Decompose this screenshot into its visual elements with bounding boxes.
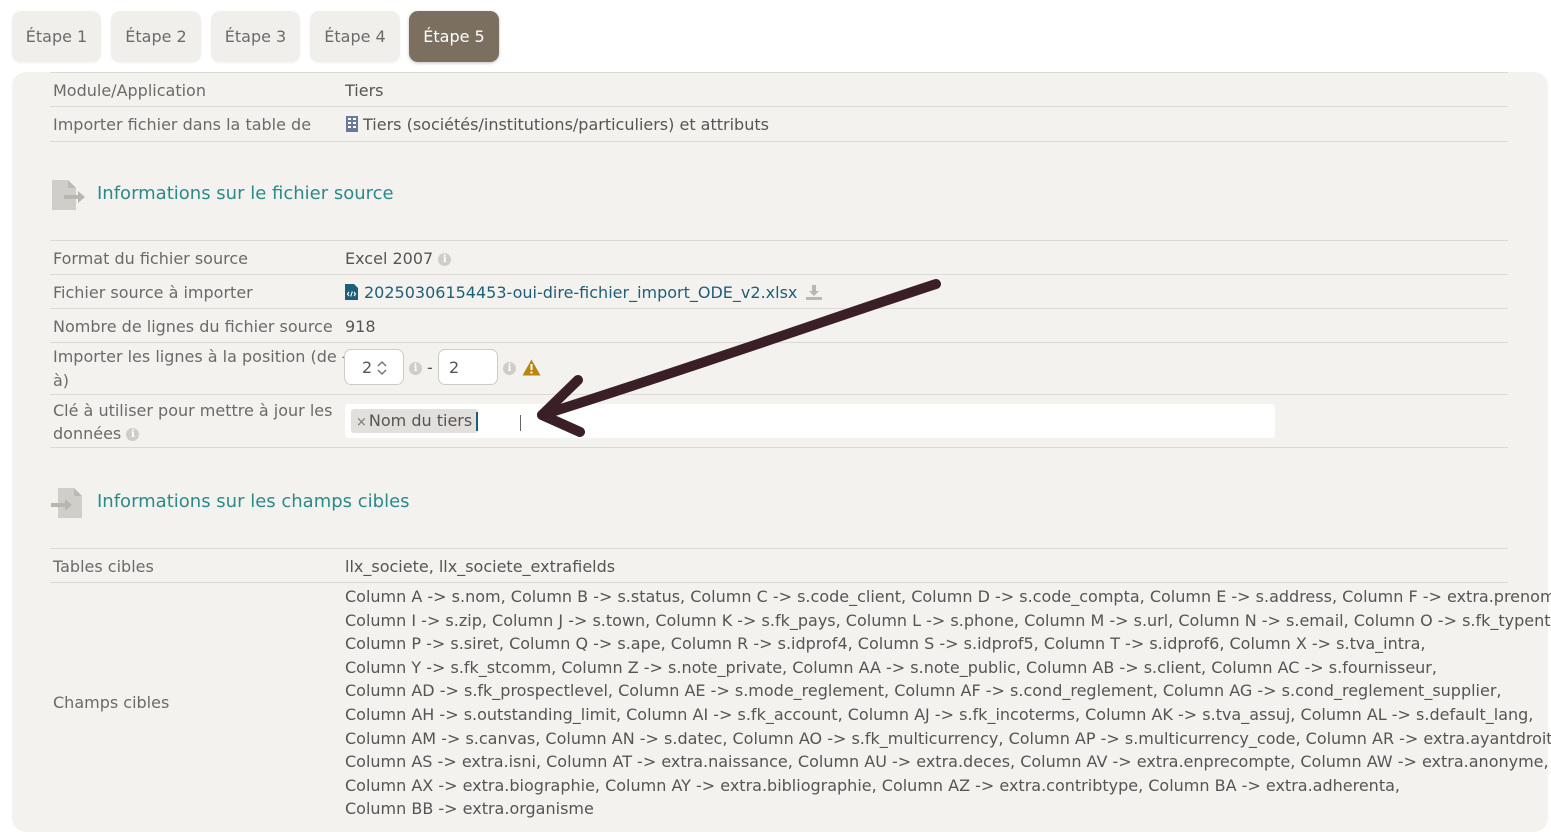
field-mapping-line: Column AD -> s.fk_prospectlevel, Column … xyxy=(345,681,1502,701)
field-mapping-line: Column P -> s.siret, Column Q -> s.ape, … xyxy=(345,634,1426,654)
module-value: Tiers xyxy=(345,81,384,100)
line-from-value: 2 xyxy=(362,358,373,377)
tab-etape-1[interactable]: Étape 1 xyxy=(12,11,101,62)
format-value: Excel 2007 xyxy=(345,249,434,268)
file-export-icon xyxy=(52,180,85,210)
field-mapping-line: Column AS -> extra.isni, Column AT -> ex… xyxy=(345,752,1549,772)
target-fields-label: Champs cibles xyxy=(53,693,170,712)
key-chip: × Nom du tiers xyxy=(351,409,479,433)
line-to-value: 2 xyxy=(449,358,460,377)
import-table-label: Importer fichier dans la table de xyxy=(53,115,312,134)
section-source-title: Informations sur le fichier source xyxy=(97,183,394,204)
row-target-tables: Tables cibles llx_societe, llx_societe_e… xyxy=(50,548,1508,583)
line-range-label-1: Importer les lignes à la position (de - xyxy=(53,347,348,366)
update-key-label-2-wrap: données i xyxy=(53,422,140,445)
import-table-value: Tiers (sociétés/institutions/particulier… xyxy=(363,115,769,134)
building-icon xyxy=(346,116,358,132)
format-value-wrap: Excel 2007 i xyxy=(345,247,452,270)
annotation-arrow xyxy=(537,279,941,437)
format-label: Format du fichier source xyxy=(53,249,248,268)
code-file-icon xyxy=(345,284,358,300)
target-tables-label: Tables cibles xyxy=(53,557,154,576)
tab-etape-4[interactable]: Étape 4 xyxy=(310,11,400,62)
tab-etape-3[interactable]: Étape 3 xyxy=(211,11,300,62)
field-mapping-line: Column AM -> s.canvas, Column AN -> s.da… xyxy=(345,728,1551,748)
field-mapping-line: Column AH -> s.outstanding_limit, Column… xyxy=(345,704,1534,724)
field-mapping-line: Column I -> s.zip, Column J -> s.town, C… xyxy=(345,610,1551,630)
tab-etape-5[interactable]: Étape 5 xyxy=(409,11,499,62)
row-module: Module/Application Tiers xyxy=(50,72,1508,107)
section-target-title: Informations sur les champs cibles xyxy=(97,491,410,512)
row-import-table: Importer fichier dans la table de Tiers … xyxy=(50,106,1508,142)
line-range-label-2: à) xyxy=(53,371,70,390)
line-count-label: Nombre de lignes du fichier source xyxy=(53,317,333,336)
update-key-label-2: données xyxy=(53,424,122,443)
target-fields-value: Column A -> s.nom, Column B -> s.status,… xyxy=(345,585,1551,821)
chip-remove-icon[interactable]: × xyxy=(356,415,367,430)
module-label: Module/Application xyxy=(53,81,206,100)
stepper-icon[interactable] xyxy=(376,360,388,376)
target-tables-value: llx_societe, llx_societe_extrafields xyxy=(345,557,616,576)
line-from-input[interactable]: 2 xyxy=(344,349,404,385)
update-key-label-1: Clé à utiliser pour mettre à jour les xyxy=(53,401,333,420)
range-separator: - xyxy=(427,358,433,377)
info-icon[interactable]: i xyxy=(409,362,422,375)
file-import-icon xyxy=(51,488,82,518)
line-to-input[interactable]: 2 xyxy=(438,349,498,385)
import-table-value-wrap: Tiers (sociétés/institutions/particulier… xyxy=(345,113,769,136)
file-label: Fichier source à importer xyxy=(53,283,253,302)
info-icon[interactable]: i xyxy=(503,362,516,375)
key-chip-label: Nom du tiers xyxy=(368,411,473,430)
tab-etape-2[interactable]: Étape 2 xyxy=(111,11,201,62)
field-mapping-line: Column BB -> extra.organisme xyxy=(345,799,594,819)
info-icon[interactable]: i xyxy=(438,253,452,266)
field-mapping-line: Column AX -> extra.biographie, Column AY… xyxy=(345,775,1400,795)
info-icon[interactable]: i xyxy=(126,428,140,441)
text-caret xyxy=(476,412,478,431)
field-mapping-line: Column Y -> s.fk_stcomm, Column Z -> s.n… xyxy=(345,657,1437,677)
field-mapping-line: Column A -> s.nom, Column B -> s.status,… xyxy=(345,587,1551,606)
line-count-value: 918 xyxy=(345,317,376,336)
